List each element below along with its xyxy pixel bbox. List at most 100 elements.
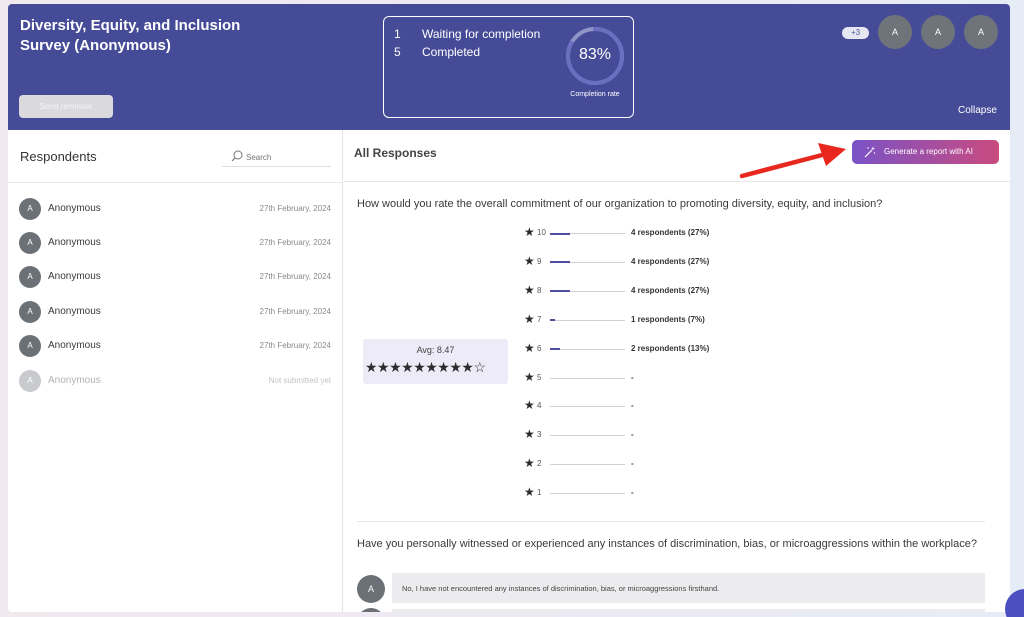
rating-count: 4 respondents (27%) bbox=[631, 256, 710, 266]
respondent-avatar: A bbox=[19, 370, 41, 392]
answer-avatar bbox=[357, 608, 385, 612]
participant-avatar[interactable]: A bbox=[921, 15, 955, 49]
star-icon: ★ bbox=[524, 369, 535, 384]
generate-report-button[interactable]: Generate a report with AI bbox=[852, 140, 999, 164]
search-icon bbox=[231, 150, 243, 162]
rating-bar-track bbox=[550, 377, 625, 379]
respondent-avatar: A bbox=[19, 301, 41, 323]
respondent-avatar: A bbox=[19, 232, 41, 254]
star-icon: ★ bbox=[524, 225, 535, 239]
survey-app: Diversity, Equity, and Inclusion Survey … bbox=[8, 4, 1010, 612]
rating-bar-fill bbox=[550, 290, 571, 293]
rating-count: - bbox=[631, 459, 634, 469]
completion-percent: 83% bbox=[578, 46, 612, 63]
rating-value: 8 bbox=[537, 285, 542, 295]
rating-bar-track bbox=[550, 261, 625, 264]
rating-bar-track bbox=[550, 290, 625, 293]
respondent-name: Anonymous bbox=[48, 375, 101, 386]
star-icon: ★ bbox=[524, 456, 535, 471]
respondents-title: Respondents bbox=[20, 149, 97, 164]
send-reminder-button[interactable]: Send reminder bbox=[19, 95, 113, 118]
rating-bar-fill bbox=[550, 348, 560, 351]
respondent-name: Anonymous bbox=[48, 306, 101, 317]
respondent-row[interactable]: A Anonymous 27th February, 2024 bbox=[8, 296, 343, 328]
respondents-header: Respondents bbox=[8, 130, 343, 183]
stat-completed-label: Completed bbox=[422, 45, 481, 59]
rating-row: ★ 4 - bbox=[524, 398, 824, 415]
rating-value: 10 bbox=[537, 228, 546, 237]
all-responses-title: All Responses bbox=[354, 146, 437, 160]
respondent-date: 27th February, 2024 bbox=[259, 307, 331, 316]
rating-value: 5 bbox=[537, 372, 542, 382]
rating-count: 1 respondents (7%) bbox=[631, 314, 705, 324]
rating-row: ★ 3 - bbox=[524, 427, 824, 444]
star-icon: ★ bbox=[524, 427, 535, 442]
respondent-row[interactable]: A Anonymous 27th February, 2024 bbox=[8, 227, 343, 259]
participant-avatar[interactable]: A bbox=[878, 15, 912, 49]
respondent-avatar: A bbox=[19, 335, 41, 357]
respondent-row-pending[interactable]: A Anonymous Not submitted yet bbox=[8, 365, 343, 397]
rating-count: 2 respondents (13%) bbox=[631, 343, 710, 353]
rating-row: ★ 10 4 respondents (27%) bbox=[524, 225, 824, 242]
rating-bar-fill bbox=[550, 232, 571, 235]
respondent-date: 27th February, 2024 bbox=[259, 238, 331, 247]
star-icon: ★ bbox=[524, 485, 535, 500]
rating-row: ★ 8 4 respondents (27%) bbox=[524, 282, 824, 300]
survey-header: Diversity, Equity, and Inclusion Survey … bbox=[8, 4, 1010, 130]
star-icon: ★ bbox=[524, 282, 535, 297]
respondent-name: Anonymous bbox=[48, 340, 101, 351]
search-input[interactable] bbox=[246, 149, 328, 165]
survey-title: Diversity, Equity, and Inclusion Survey … bbox=[20, 17, 241, 54]
average-rating-card: Avg: 8.47 ★★★★★★★★★☆ bbox=[363, 339, 508, 384]
question-1-text: How would you rate the overall commitmen… bbox=[357, 198, 883, 210]
rating-row: ★ 1 - bbox=[524, 485, 824, 502]
rating-bar-track bbox=[550, 232, 625, 235]
divider bbox=[357, 521, 985, 522]
respondent-avatar: A bbox=[19, 198, 41, 220]
rating-row: ★ 7 1 respondents (7%) bbox=[524, 312, 824, 329]
magic-wand-icon bbox=[864, 146, 876, 158]
rating-bar-track bbox=[550, 406, 625, 408]
rating-count: - bbox=[631, 430, 634, 440]
rating-row: ★ 2 - bbox=[524, 456, 824, 473]
question-2-text: Have you personally witnessed or experie… bbox=[357, 538, 977, 550]
respondent-avatar: A bbox=[19, 266, 41, 288]
respondent-date: 27th February, 2024 bbox=[259, 204, 331, 213]
completion-caption: Completion rate bbox=[570, 91, 620, 98]
average-star-rating: ★★★★★★★★★☆ bbox=[365, 359, 486, 375]
rating-value: 1 bbox=[537, 488, 542, 498]
rating-value: 9 bbox=[537, 256, 542, 266]
respondent-date: 27th February, 2024 bbox=[259, 272, 331, 281]
rating-bar-track bbox=[550, 319, 625, 322]
rating-count: - bbox=[631, 401, 634, 411]
respondent-name: Anonymous bbox=[48, 271, 101, 282]
star-icon: ★ bbox=[524, 253, 535, 268]
stat-waiting-label: Waiting for completion bbox=[422, 27, 541, 41]
respondent-row[interactable]: A Anonymous 27th February, 2024 bbox=[8, 330, 343, 362]
rating-bar-track bbox=[550, 464, 625, 466]
rating-bar-fill bbox=[550, 261, 571, 264]
annotation-arrow-icon bbox=[739, 143, 846, 179]
respondent-name: Anonymous bbox=[48, 237, 101, 248]
answer-box: No, I have not encountered any instances… bbox=[392, 573, 985, 603]
respondent-name: Anonymous bbox=[48, 203, 101, 214]
stat-completed-count: 5 bbox=[394, 45, 401, 59]
rating-count: - bbox=[631, 488, 634, 498]
respondent-row[interactable]: A Anonymous 27th February, 2024 bbox=[8, 193, 343, 225]
collapse-button[interactable]: Collapse bbox=[958, 105, 997, 116]
rating-row: ★ 5 - bbox=[524, 369, 824, 387]
generate-report-label: Generate a report with AI bbox=[884, 147, 973, 156]
rating-count: 4 respondents (27%) bbox=[631, 285, 710, 295]
more-participants-badge[interactable]: +3 bbox=[842, 27, 869, 39]
respondents-panel: Respondents A Anonymous 27th February, 2… bbox=[8, 130, 343, 612]
rating-value: 4 bbox=[537, 401, 542, 411]
completion-stats-box: 1 Waiting for completion 5 Completed 83%… bbox=[383, 16, 634, 118]
rating-row: ★ 9 4 respondents (27%) bbox=[524, 253, 824, 271]
participant-avatar[interactable]: A bbox=[964, 15, 998, 49]
respondent-date: 27th February, 2024 bbox=[259, 341, 331, 350]
star-icon: ★ bbox=[524, 340, 535, 355]
rating-value: 6 bbox=[537, 343, 542, 353]
average-rating-label: Avg: 8.47 bbox=[416, 345, 455, 355]
respondent-row[interactable]: A Anonymous 27th February, 2024 bbox=[8, 261, 343, 293]
rating-bar-track bbox=[550, 348, 625, 351]
